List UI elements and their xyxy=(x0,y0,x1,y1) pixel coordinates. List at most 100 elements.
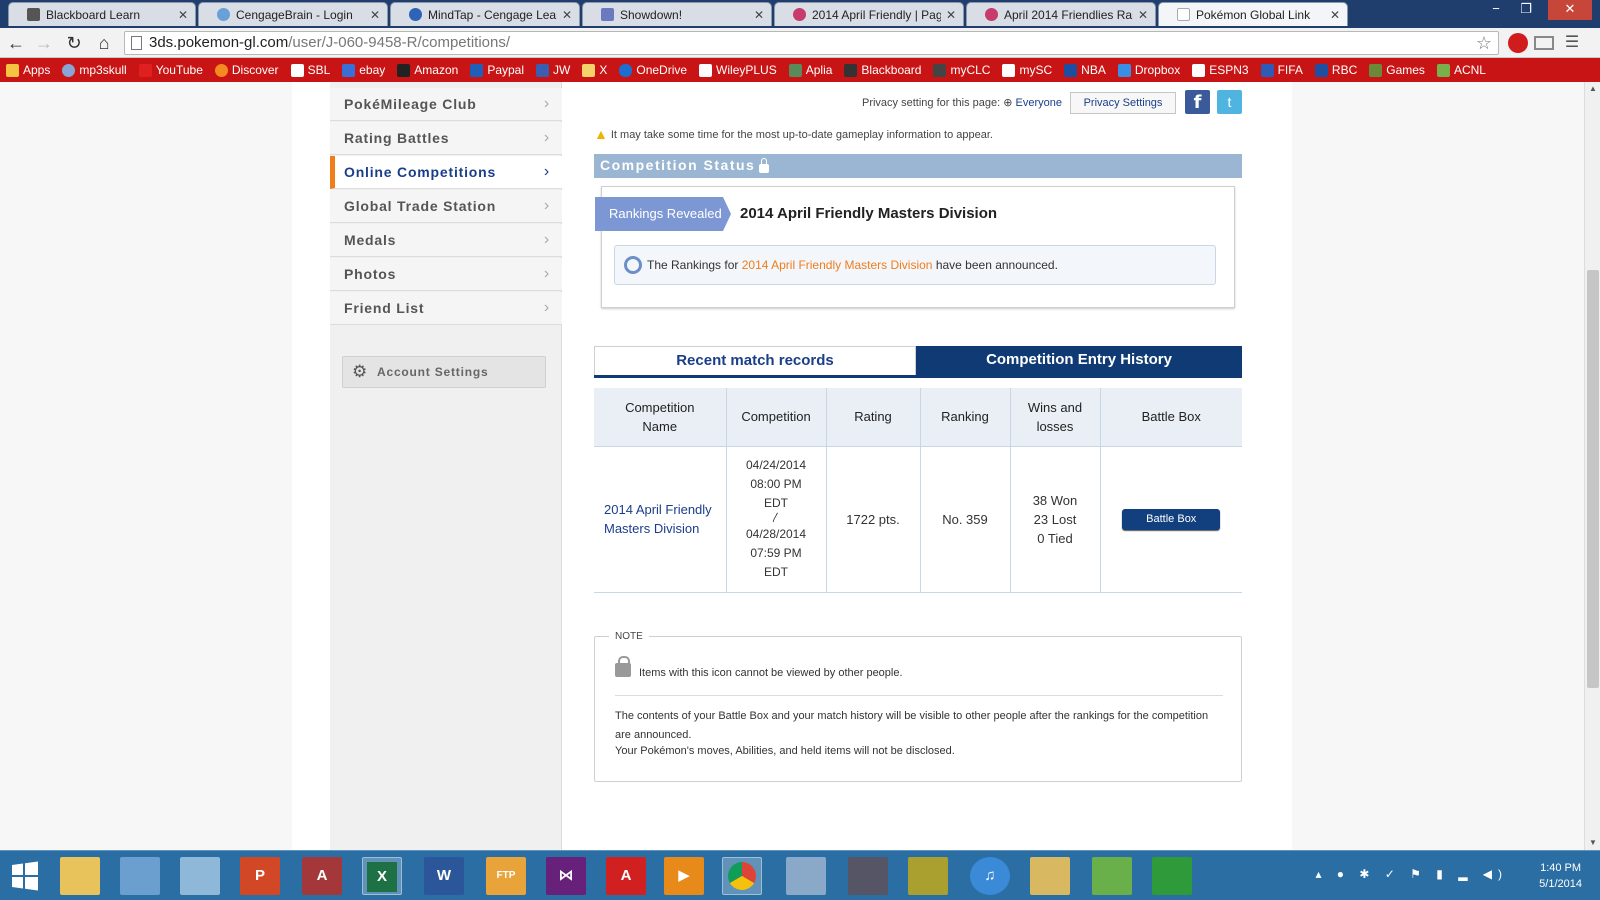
browser-tab-cengagebrain[interactable]: CengageBrain - Login ✕ xyxy=(198,2,388,26)
browser-tab-showdown[interactable]: Showdown! ✕ xyxy=(582,2,772,26)
home-icon[interactable]: ⌂ xyxy=(92,32,116,54)
gameboy-icon[interactable] xyxy=(908,857,948,895)
bookmark-myclc[interactable]: myCLC xyxy=(933,63,990,77)
bookmark-dropbox[interactable]: Dropbox xyxy=(1117,63,1180,77)
scroll-up-arrow-icon[interactable]: ▲ xyxy=(1585,82,1600,96)
bookmark-games[interactable]: Games xyxy=(1369,63,1425,77)
system-tray-icons[interactable]: ▴ ● ✱ ✓ ⚑ ▮ ▂ ◀) xyxy=(1315,867,1508,881)
bluestacks-icon[interactable] xyxy=(1092,857,1132,895)
close-tab-icon[interactable]: ✕ xyxy=(561,8,573,22)
access-icon[interactable]: A xyxy=(302,857,342,895)
bookmark-apps[interactable]: Apps xyxy=(6,63,50,77)
browser-tab-blackboard[interactable]: Blackboard Learn ✕ xyxy=(8,2,196,26)
browser-tab-april-friendly[interactable]: 2014 April Friendly | Page ✕ xyxy=(774,2,964,26)
excel-icon[interactable]: X xyxy=(362,857,402,895)
browser-tab-friendlies-rank[interactable]: April 2014 Friendlies Rank ✕ xyxy=(966,2,1156,26)
bookmark-rbc[interactable]: RBC xyxy=(1314,63,1357,77)
close-tab-icon[interactable]: ✕ xyxy=(369,8,381,22)
bookmark-mp3skull[interactable]: mp3skull xyxy=(62,63,127,77)
bookmark-ebay[interactable]: ebay xyxy=(342,63,385,77)
tab-competition-entry-history[interactable]: Competition Entry History xyxy=(916,346,1242,375)
scroll-down-arrow-icon[interactable]: ▼ xyxy=(1585,836,1600,850)
media-player-icon[interactable]: ▶ xyxy=(664,857,704,895)
close-tab-icon[interactable]: ✕ xyxy=(1137,8,1149,22)
browser-tab-mindtap[interactable]: MindTap - Cengage Learn ✕ xyxy=(390,2,580,26)
bookmark-discover[interactable]: Discover xyxy=(214,63,279,77)
sidebar-item-pokemileage-club[interactable]: PokéMileage Club › xyxy=(330,88,562,121)
twitter-icon[interactable]: t xyxy=(1217,90,1242,114)
windows-taskbar: P A X W FTP ⋈ A ▶ ♫ ▴ ● ✱ ✓ ⚑ ▮ ▂ ◀) 1:4… xyxy=(0,850,1600,900)
privacy-settings-button[interactable]: Privacy Settings xyxy=(1070,92,1176,114)
sidebar-item-photos[interactable]: Photos › xyxy=(330,258,562,291)
bookmark-wileyplus[interactable]: WileyPLUS xyxy=(699,63,777,77)
cast-icon[interactable] xyxy=(1534,36,1554,50)
scrollbar-thumb[interactable] xyxy=(1587,270,1599,688)
sidebar-item-medals[interactable]: Medals › xyxy=(330,224,562,257)
bookmark-x[interactable]: X xyxy=(582,63,607,77)
close-tab-icon[interactable]: ✕ xyxy=(1329,8,1341,22)
acrobat-icon[interactable]: A xyxy=(606,857,646,895)
address-bar[interactable]: 3ds.pokemon-gl.com/user/J-060-9458-R/com… xyxy=(124,31,1499,55)
sidebar-item-online-competitions[interactable]: Online Competitions › xyxy=(330,156,562,189)
window-close-icon[interactable]: ✕ xyxy=(1548,0,1592,20)
bookmark-blackboard[interactable]: Blackboard xyxy=(844,63,921,77)
competition-period: 04/24/2014 08:00 PM EDT 〳 04/28/2014 07:… xyxy=(726,446,827,593)
bookmark-espn3[interactable]: ESPN3 xyxy=(1192,63,1249,77)
reload-icon[interactable]: ↻ xyxy=(62,32,86,54)
tab-recent-match-records[interactable]: Recent match records xyxy=(594,346,916,375)
bookmark-nba[interactable]: NBA xyxy=(1064,63,1106,77)
bookmark-amazon[interactable]: Amazon xyxy=(397,63,458,77)
bookmark-paypal[interactable]: Paypal xyxy=(470,63,524,77)
close-tab-icon[interactable]: ✕ xyxy=(945,8,957,22)
visual-studio-icon[interactable]: ⋈ xyxy=(546,857,586,895)
bookmark-aplia[interactable]: Aplia xyxy=(788,63,832,77)
windows-start-icon[interactable] xyxy=(8,859,42,893)
back-icon[interactable]: ← xyxy=(4,32,28,54)
chrome-icon[interactable] xyxy=(722,857,762,895)
taskbar-clock[interactable]: 1:40 PM 5/1/2014 xyxy=(1539,860,1582,892)
file-explorer-icon[interactable] xyxy=(60,857,100,895)
facebook-icon[interactable]: f xyxy=(1185,90,1210,114)
bookmark-fifa[interactable]: FIFA xyxy=(1260,63,1303,77)
forum-icon xyxy=(793,8,806,21)
account-settings-button[interactable]: ⚙ Account Settings xyxy=(342,356,546,388)
bookmark-star-icon[interactable]: ☆ xyxy=(1476,32,1492,54)
powerpoint-icon[interactable]: P xyxy=(240,857,280,895)
minimize-icon[interactable]: − xyxy=(1482,0,1510,20)
extension-icon[interactable] xyxy=(1508,33,1528,53)
showdown-icon xyxy=(601,8,614,21)
browser-tab-pokemon-global-link[interactable]: Pokémon Global Link ✕ xyxy=(1158,2,1348,26)
word-icon[interactable]: W xyxy=(424,857,464,895)
announce-competition-link[interactable]: 2014 April Friendly Masters Division xyxy=(742,258,933,272)
close-tab-icon[interactable]: ✕ xyxy=(753,8,765,22)
close-tab-icon[interactable]: ✕ xyxy=(177,8,189,22)
bookmark-mysc[interactable]: mySC xyxy=(1002,63,1052,77)
bookmark-sbl[interactable]: SBL xyxy=(290,63,330,77)
bookmark-youtube[interactable]: YouTube xyxy=(138,63,203,77)
bookmark-acnl[interactable]: ACNL xyxy=(1436,63,1486,77)
bookmark-onedrive[interactable]: OneDrive xyxy=(619,63,687,77)
task-manager-icon[interactable] xyxy=(180,857,220,895)
blackboard-icon xyxy=(27,8,40,21)
fifa-icon xyxy=(1260,63,1274,77)
tab-title: Blackboard Learn xyxy=(46,7,141,22)
terminal-icon[interactable] xyxy=(848,857,888,895)
dictionary-icon[interactable] xyxy=(1030,857,1070,895)
menu-icon[interactable]: ☰ xyxy=(1562,33,1582,53)
sidebar-item-rating-battles[interactable]: Rating Battles › xyxy=(330,122,562,155)
ftp-icon[interactable]: FTP xyxy=(486,857,526,895)
calculator-icon[interactable] xyxy=(786,857,826,895)
sidebar-item-label: Friend List xyxy=(344,300,425,316)
competition-name-link[interactable]: 2014 April Friendly Masters Division xyxy=(594,446,727,593)
sidebar-item-global-trade-station[interactable]: Global Trade Station › xyxy=(330,190,562,223)
page-scrollbar[interactable]: ▲ ▼ xyxy=(1584,82,1600,850)
bookmark-jw[interactable]: JW xyxy=(536,63,570,77)
sidebar-item-friend-list[interactable]: Friend List › xyxy=(330,292,562,325)
battle-box-button[interactable]: Battle Box xyxy=(1122,509,1221,530)
forward-icon[interactable]: → xyxy=(32,32,56,54)
restore-icon[interactable]: ❐ xyxy=(1512,0,1540,20)
store-icon[interactable] xyxy=(1152,857,1192,895)
discover-icon xyxy=(214,63,228,77)
itunes-icon[interactable]: ♫ xyxy=(970,857,1010,895)
control-panel-icon[interactable] xyxy=(120,857,160,895)
